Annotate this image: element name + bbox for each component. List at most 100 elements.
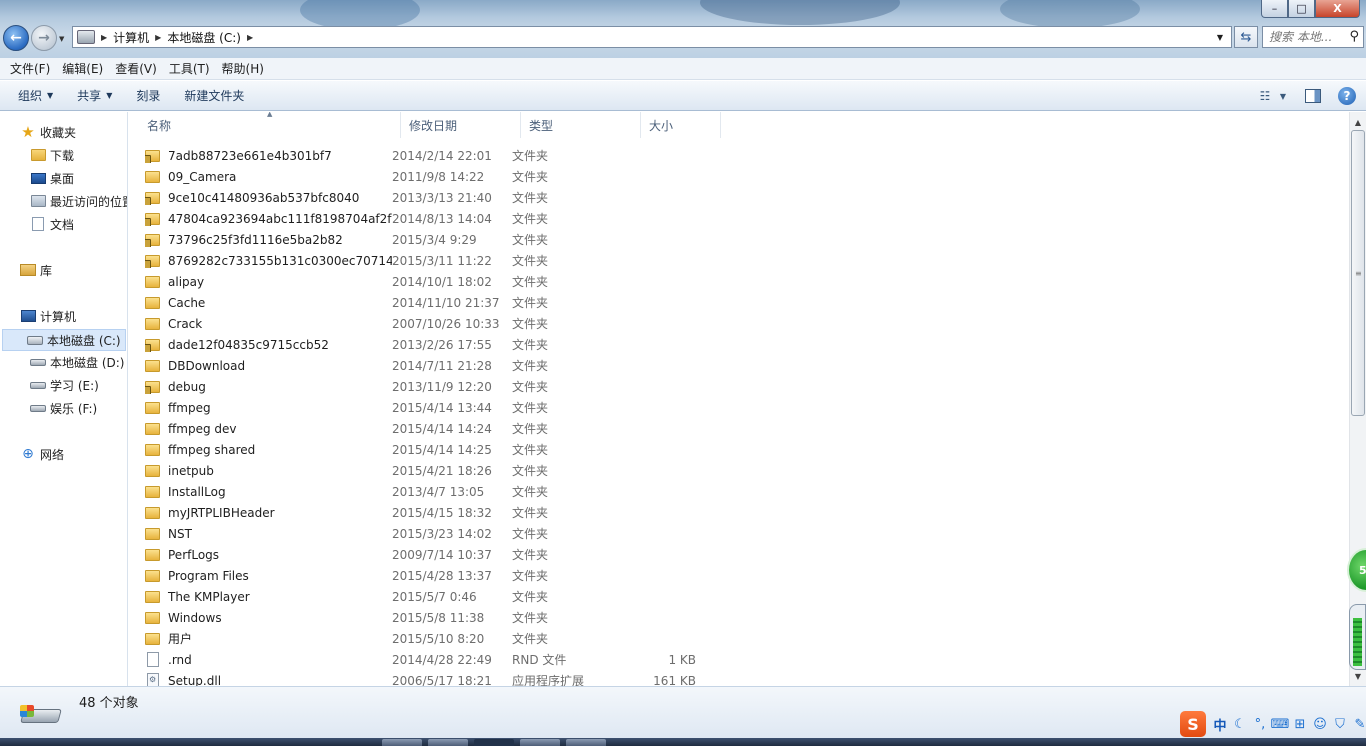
table-row[interactable]: myJRTPLIBHeader 2015/4/15 18:32 文件夹 [145,502,696,523]
nav-desktop[interactable]: 桌面 [30,168,74,188]
breadcrumb-separator-icon[interactable]: ▶ [247,33,253,42]
ime-language-toggle[interactable]: 中 [1210,715,1230,734]
nav-drive-e[interactable]: 学习 (E:) [30,375,99,395]
table-row[interactable]: 9ce10c41480936ab537bfc8040 2013/3/13 21:4… [145,187,696,208]
table-row[interactable]: Program Files 2015/4/28 13:37 文件夹 [145,565,696,586]
back-button[interactable]: ← [3,25,29,51]
table-row[interactable]: inetpub 2015/4/21 18:26 文件夹 [145,460,696,481]
settings-icon[interactable]: ✎ [1350,717,1366,732]
table-row[interactable]: ffmpeg 2015/4/14 13:44 文件夹 [145,397,696,418]
table-row[interactable]: 用户 2015/5/10 8:20 文件夹 [145,628,696,649]
preview-pane-icon[interactable] [1302,86,1324,106]
table-row[interactable]: Windows 2015/5/8 11:38 文件夹 [145,607,696,628]
chevron-down-icon[interactable]: ▼ [1278,86,1288,106]
table-row[interactable]: ffmpeg dev 2015/4/14 14:24 文件夹 [145,418,696,439]
menu-help[interactable]: 帮助(H) [216,60,270,77]
table-row[interactable]: 8769282c733155b131c0300ec70714d9 2015/3/1… [145,250,696,271]
user-icon[interactable]: ☺ [1310,717,1330,732]
locked-folder-icon [145,191,160,205]
table-row[interactable]: DBDownload 2014/7/11 21:28 文件夹 [145,355,696,376]
taskbar-button[interactable] [474,739,514,746]
taskbar-button[interactable] [520,739,560,746]
address-bar[interactable]: ▶ 计算机 ▶ 本地磁盘 (C:) ▶ ▼ [72,26,1232,48]
nav-drive-f[interactable]: 娱乐 (F:) [30,398,97,418]
help-icon[interactable]: ? [1338,87,1356,105]
table-row[interactable]: NST 2015/3/23 14:02 文件夹 [145,523,696,544]
organize-button[interactable]: 组织 ▼ [10,87,61,104]
table-row[interactable]: 47804ca923694abc111f8198704af2f7 2014/8/1… [145,208,696,229]
refresh-button[interactable]: ⇆ [1234,26,1258,48]
file-name: Windows [168,610,222,625]
column-date[interactable]: 修改日期 [401,112,521,138]
folder-icon [145,422,160,435]
column-size[interactable]: 大小 [641,112,721,138]
grid-icon[interactable]: ⊞ [1290,717,1310,732]
locked-folder-icon [145,233,160,247]
table-row[interactable]: Setup.dll 2006/5/17 18:21 应用程序扩展 161 KB [145,670,696,686]
scroll-down-icon[interactable]: ▼ [1350,668,1366,684]
table-row[interactable]: InstallLog 2013/4/7 13:05 文件夹 [145,481,696,502]
nav-downloads[interactable]: 下载 [30,145,74,165]
share-button[interactable]: 共享 ▼ [69,87,120,104]
taskbar-button[interactable] [566,739,606,746]
table-row[interactable]: The KMPlayer 2015/5/7 0:46 文件夹 [145,586,696,607]
file-name: The KMPlayer [168,589,250,604]
recent-pages-dropdown[interactable]: ▼ [59,35,64,43]
scroll-thumb[interactable]: ≡ [1351,130,1365,416]
maximize-button[interactable]: □ [1288,0,1315,18]
cell-date: 2015/3/11 11:22 [392,253,492,268]
table-row[interactable]: dade12f04835c9715ccb52 2013/2/26 17:55 文件夹 [145,334,696,355]
sogou-logo-icon[interactable]: S [1180,711,1206,737]
file-name: InstallLog [168,484,226,499]
nav-computer[interactable]: 计算机 [20,306,76,326]
nav-favorites[interactable]: ★ 收藏夹 [20,122,76,142]
memory-meter[interactable] [1349,604,1366,670]
search-input[interactable] [1269,30,1345,44]
menu-tools[interactable]: 工具(T) [163,60,216,77]
table-row[interactable]: debug 2013/11/9 12:20 文件夹 [145,376,696,397]
scroll-up-icon[interactable]: ▲ [1350,114,1366,130]
menu-edit[interactable]: 编辑(E) [56,60,109,77]
taskbar-button[interactable] [382,739,422,746]
burn-button[interactable]: 刻录 [128,87,168,104]
moon-icon[interactable]: ☾ [1230,717,1250,732]
search-box[interactable]: ⚲ [1262,26,1364,48]
new-folder-button[interactable]: 新建文件夹 [176,87,252,104]
address-history-dropdown[interactable]: ▼ [1217,33,1223,42]
nav-libraries[interactable]: 库 [20,260,52,280]
nav-documents[interactable]: 文档 [30,214,74,234]
close-button[interactable]: X [1315,0,1360,18]
forward-button[interactable]: → [31,25,57,51]
table-row[interactable]: ffmpeg shared 2015/4/14 14:25 文件夹 [145,439,696,460]
taskbar-button[interactable] [428,739,468,746]
column-type[interactable]: 类型 [521,112,641,138]
nav-drive-c[interactable]: 本地磁盘 (C:) [2,329,126,351]
search-icon[interactable]: ⚲ [1349,29,1359,44]
keyboard-icon[interactable]: ⌨ [1270,717,1290,732]
table-row[interactable]: alipay 2014/10/1 18:02 文件夹 [145,271,696,292]
punctuation-icon[interactable]: °, [1250,717,1270,732]
nav-drive-d[interactable]: 本地磁盘 (D:) [30,352,124,372]
widget-value: 50 [1359,563,1366,577]
breadcrumb-drive-c[interactable]: 本地磁盘 (C:) [161,29,247,46]
skin-icon[interactable]: ⛉ [1330,717,1350,732]
menu-view[interactable]: 查看(V) [109,60,163,77]
view-options-icon[interactable]: ☷ [1254,86,1276,106]
file-name: DBDownload [168,358,246,373]
minimize-button[interactable]: – [1261,0,1288,18]
table-row[interactable]: 7adb88723e661e4b301bf7 2014/2/14 22:01 文件夹 [145,145,696,166]
breadcrumb-computer[interactable]: 计算机 [107,29,155,46]
table-row[interactable]: 73796c25f3fd1116e5ba2b82 2015/3/4 9:29 文件夹 [145,229,696,250]
column-name[interactable]: 名称 ▲ [139,112,401,138]
cell-date: 2015/4/15 18:32 [392,505,492,520]
cell-type: 文件夹 [512,590,549,604]
nav-network[interactable]: ⊕ 网络 [20,444,64,464]
nav-recent-places[interactable]: 最近访问的位置 [30,191,127,211]
table-row[interactable]: .rnd 2014/4/28 22:49 RND 文件 1 KB [145,649,696,670]
table-row[interactable]: Cache 2014/11/10 21:37 文件夹 [145,292,696,313]
table-row[interactable]: 09_Camera 2011/9/8 14:22 文件夹 [145,166,696,187]
vertical-scrollbar[interactable]: ▲ ≡ ▼ [1349,112,1366,686]
table-row[interactable]: PerfLogs 2009/7/14 10:37 文件夹 [145,544,696,565]
menu-file[interactable]: 文件(F) [4,60,56,77]
table-row[interactable]: Crack 2007/10/26 10:33 文件夹 [145,313,696,334]
